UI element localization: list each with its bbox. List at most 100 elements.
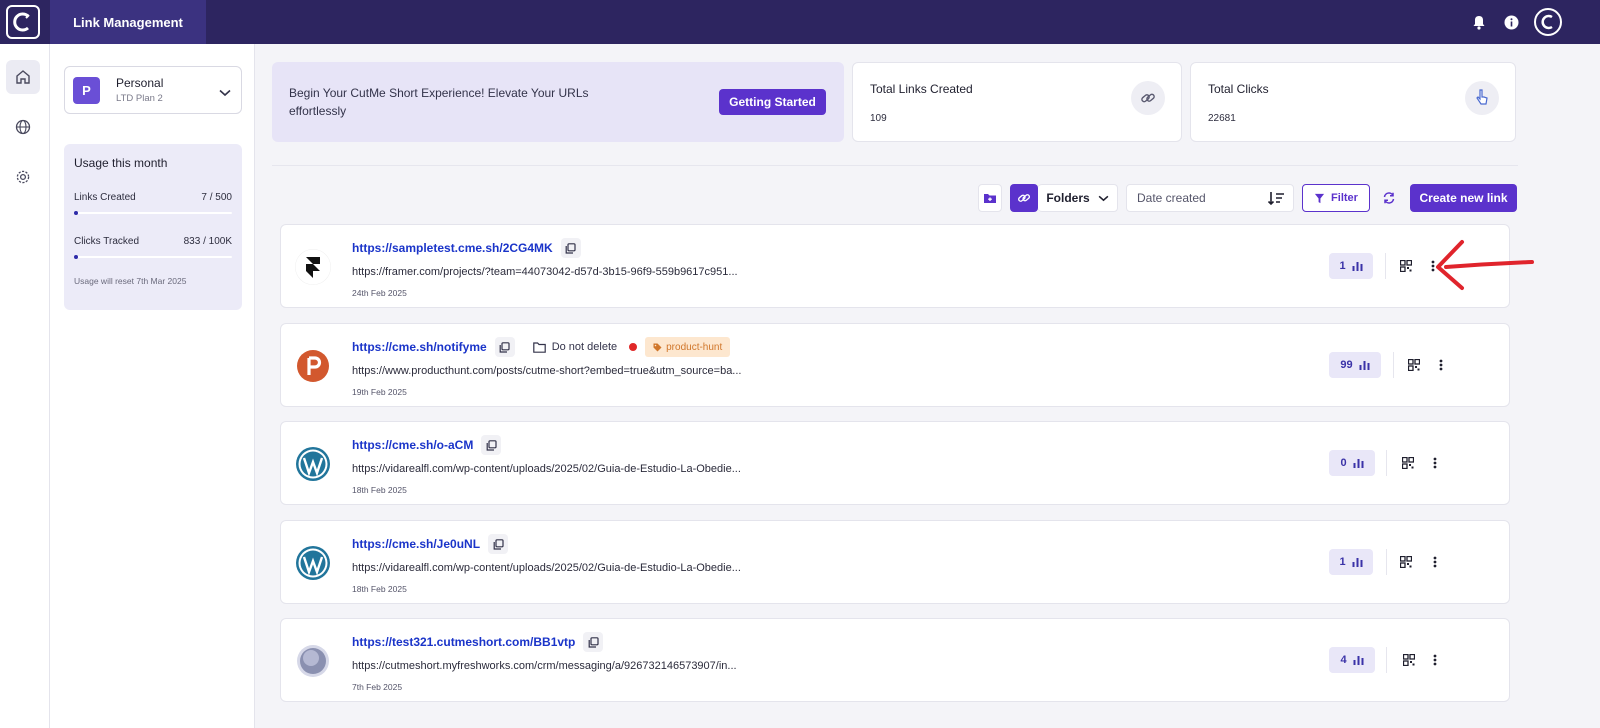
clicks-count: 99 bbox=[1340, 359, 1353, 371]
filter-label: Filter bbox=[1331, 192, 1358, 204]
link-card[interactable]: https://cme.sh/Je0uNL https://vidarealfl… bbox=[280, 520, 1510, 604]
bar-chart-icon bbox=[1353, 459, 1364, 468]
more-options-icon[interactable] bbox=[1425, 551, 1445, 573]
qr-code-icon[interactable] bbox=[1398, 452, 1418, 474]
status-dot bbox=[629, 343, 638, 351]
bar-chart-icon bbox=[1352, 558, 1363, 567]
short-link[interactable]: https://cme.sh/o-aCM bbox=[352, 438, 473, 452]
clicks-badge[interactable]: 4 bbox=[1329, 647, 1375, 673]
divider bbox=[1385, 253, 1386, 279]
pointer-icon bbox=[1465, 81, 1499, 115]
link-card[interactable]: https://test321.cutmeshort.com/BB1vtp ht… bbox=[280, 618, 1510, 702]
created-date: 19th Feb 2025 bbox=[352, 387, 407, 397]
link-card[interactable]: https://cme.sh/o-aCM https://vidarealfl.… bbox=[280, 421, 1510, 505]
stat-card-total-clicks: Total Clicks 22681 bbox=[1190, 62, 1516, 142]
links-created-value: 7 / 500 bbox=[201, 192, 232, 203]
tag-icon bbox=[653, 343, 662, 351]
folder-icon bbox=[532, 341, 546, 353]
copy-icon[interactable] bbox=[488, 534, 509, 554]
clicks-badge[interactable]: 1 bbox=[1329, 253, 1373, 279]
clicks-count: 1 bbox=[1339, 260, 1346, 272]
short-link[interactable]: https://test321.cutmeshort.com/BB1vtp bbox=[352, 635, 575, 649]
clicks-tracked-label: Clicks Tracked bbox=[74, 236, 140, 247]
more-options-icon[interactable] bbox=[1425, 649, 1445, 671]
sort-select[interactable]: Date created bbox=[1126, 184, 1294, 212]
left-rail bbox=[0, 44, 50, 728]
banner-text: Begin Your CutMe Short Experience! Eleva… bbox=[289, 86, 589, 118]
create-new-link-button[interactable]: Create new link bbox=[1410, 184, 1517, 212]
links-progress-bar bbox=[74, 211, 232, 215]
destination-url: https://vidarealfl.com/wp-content/upload… bbox=[352, 463, 741, 475]
gear-icon[interactable] bbox=[6, 160, 40, 194]
link-card[interactable]: https://sampletest.cme.sh/2CG4MK https:/… bbox=[280, 224, 1510, 308]
tag-label: product-hunt bbox=[666, 341, 723, 353]
copy-icon[interactable] bbox=[481, 435, 502, 455]
workspace-badge: P bbox=[73, 76, 100, 104]
qr-code-icon[interactable] bbox=[1396, 255, 1416, 277]
usage-reset-text: Usage will reset 7th Mar 2025 bbox=[74, 276, 187, 286]
short-link[interactable]: https://cme.sh/Je0uNL bbox=[352, 537, 480, 551]
usage-panel: Usage this month Links Created 7 / 500 C… bbox=[64, 144, 242, 310]
folder-name: Do not delete bbox=[551, 341, 618, 353]
clicks-badge[interactable]: 99 bbox=[1329, 352, 1381, 378]
usage-title: Usage this month bbox=[74, 156, 168, 170]
workspace-selector[interactable]: P Personal LTD Plan 2 bbox=[64, 66, 242, 114]
destination-url: https://vidarealfl.com/wp-content/upload… bbox=[352, 562, 741, 574]
divider bbox=[1393, 352, 1394, 378]
filter-button[interactable]: Filter bbox=[1302, 184, 1370, 212]
more-options-icon[interactable] bbox=[1425, 452, 1445, 474]
producthunt-icon bbox=[295, 348, 331, 384]
divider bbox=[1386, 450, 1387, 476]
folder-label[interactable]: Do not delete bbox=[532, 341, 618, 353]
links-progress-fill bbox=[74, 211, 78, 215]
clicks-badge[interactable]: 0 bbox=[1329, 450, 1375, 476]
tag-badge[interactable]: product-hunt bbox=[645, 337, 731, 357]
destination-url: https://www.producthunt.com/posts/cutme-… bbox=[352, 365, 742, 377]
divider bbox=[1386, 647, 1387, 673]
getting-started-button[interactable]: Getting Started bbox=[719, 89, 826, 115]
new-folder-button[interactable] bbox=[978, 184, 1002, 212]
more-options-icon[interactable] bbox=[1431, 354, 1451, 376]
home-icon[interactable] bbox=[6, 60, 40, 94]
clicks-count: 4 bbox=[1340, 654, 1347, 666]
qr-code-icon[interactable] bbox=[1396, 551, 1416, 573]
folders-dropdown[interactable]: Folders bbox=[1038, 184, 1118, 212]
clicks-tracked-value: 833 / 100K bbox=[183, 236, 232, 247]
user-avatar[interactable] bbox=[1534, 8, 1562, 36]
cutme-logo-icon[interactable] bbox=[6, 5, 40, 39]
stat-title: Total Clicks bbox=[1208, 82, 1269, 96]
tab-link-management[interactable]: Link Management bbox=[50, 0, 206, 44]
copy-icon[interactable] bbox=[560, 238, 581, 258]
chevron-down-icon bbox=[1098, 195, 1109, 201]
stat-value: 109 bbox=[870, 113, 887, 124]
divider bbox=[1386, 549, 1387, 575]
clicks-badge[interactable]: 1 bbox=[1329, 549, 1373, 575]
created-date: 7th Feb 2025 bbox=[352, 682, 403, 692]
app-title: Link Management bbox=[73, 14, 183, 30]
short-link[interactable]: https://sampletest.cme.sh/2CG4MK bbox=[352, 241, 553, 255]
globe-icon[interactable] bbox=[6, 110, 40, 144]
section-divider bbox=[272, 165, 1518, 166]
workspace-plan: LTD Plan 2 bbox=[116, 93, 163, 104]
destination-url: https://cutmeshort.myfreshworks.com/crm/… bbox=[352, 660, 737, 672]
link-view-button[interactable] bbox=[1010, 184, 1038, 212]
folders-label: Folders bbox=[1046, 191, 1090, 205]
top-bar: Link Management bbox=[0, 0, 1600, 44]
refresh-icon[interactable] bbox=[1378, 184, 1400, 212]
sort-label: Date created bbox=[1137, 191, 1206, 205]
bar-chart-icon bbox=[1353, 656, 1364, 665]
bell-icon[interactable] bbox=[1470, 13, 1488, 31]
wordpress-icon bbox=[295, 545, 331, 581]
sort-icon[interactable] bbox=[1267, 190, 1285, 206]
chevron-down-icon bbox=[219, 84, 231, 102]
onboarding-banner: Begin Your CutMe Short Experience! Eleva… bbox=[272, 62, 844, 142]
short-link[interactable]: https://cme.sh/notifyme bbox=[352, 340, 487, 354]
copy-icon[interactable] bbox=[583, 632, 604, 652]
copy-icon[interactable] bbox=[494, 337, 515, 357]
created-date: 24th Feb 2025 bbox=[352, 288, 407, 298]
qr-code-icon[interactable] bbox=[1399, 649, 1419, 671]
info-icon[interactable] bbox=[1502, 13, 1520, 31]
qr-code-icon[interactable] bbox=[1404, 354, 1424, 376]
link-card[interactable]: https://cme.sh/notifyme Do not delete pr… bbox=[280, 323, 1510, 407]
created-date: 18th Feb 2025 bbox=[352, 485, 407, 495]
